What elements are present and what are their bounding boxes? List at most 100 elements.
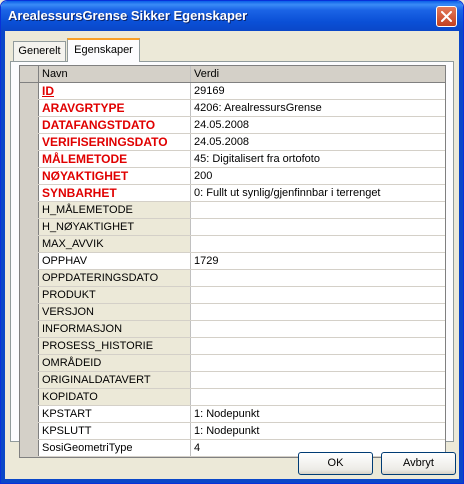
property-value[interactable]: 1729 [191, 253, 445, 269]
property-value[interactable]: 0: Fullt ut synlig/gjenfinnbar i terreng… [191, 185, 445, 201]
row-selector[interactable] [20, 202, 39, 218]
property-value[interactable] [191, 287, 445, 303]
property-name: MÅLEMETODE [39, 151, 191, 167]
grid-row[interactable]: MÅLEMETODE 45: Digitalisert fra ortofoto [20, 151, 445, 168]
property-name: NØYAKTIGHET [39, 168, 191, 184]
grid-row[interactable]: DATAFANGSTDATO 24.05.2008 [20, 117, 445, 134]
property-value[interactable]: 45: Digitalisert fra ortofoto [191, 151, 445, 167]
row-selector[interactable] [20, 406, 39, 422]
property-value[interactable]: 1: Nodepunkt [191, 406, 445, 422]
row-selector[interactable] [20, 83, 39, 99]
grid-row[interactable]: OPPDATERINGSDATO [20, 270, 445, 287]
row-selector[interactable] [20, 219, 39, 235]
property-name: SosiGeometriType [39, 440, 191, 456]
property-value[interactable] [191, 236, 445, 252]
property-value[interactable]: 4206: ArealressursGrense [191, 100, 445, 116]
property-value[interactable] [191, 389, 445, 405]
property-name: OMRÅDEID [39, 355, 191, 371]
grid-row[interactable]: ORIGINALDATAVERT [20, 372, 445, 389]
grid-row[interactable]: H_MÅLEMETODE [20, 202, 445, 219]
row-selector[interactable] [20, 253, 39, 269]
title-bar[interactable]: ArealessursGrense Sikker Egenskaper [1, 1, 463, 31]
property-name: PROSESS_HISTORIE [39, 338, 191, 354]
tab-egenskaper[interactable]: Egenskaper [67, 38, 140, 62]
grid-row[interactable]: ARAVGRTYPE 4206: ArealressursGrense [20, 100, 445, 117]
property-name: INFORMASJON [39, 321, 191, 337]
grid-row[interactable]: KOPIDATO [20, 389, 445, 406]
row-selector[interactable] [20, 117, 39, 133]
property-value[interactable]: 29169 [191, 83, 445, 99]
grid-row[interactable]: ID 29169 [20, 83, 445, 100]
property-grid: Navn Verdi ID 29169 ARAVGRTYPE 4206: Arealr… [19, 65, 446, 458]
property-name: VERSJON [39, 304, 191, 320]
row-selector[interactable] [20, 236, 39, 252]
row-selector[interactable] [20, 270, 39, 286]
property-name: ORIGINALDATAVERT [39, 372, 191, 388]
grid-row[interactable]: KPSLUTT 1: Nodepunkt [20, 423, 445, 440]
property-value[interactable]: 24.05.2008 [191, 117, 445, 133]
column-header-value[interactable]: Verdi [191, 66, 445, 82]
tab-label: Generelt [18, 45, 61, 57]
row-selector[interactable] [20, 355, 39, 371]
grid-row[interactable]: PRODUKT [20, 287, 445, 304]
row-selector[interactable] [20, 304, 39, 320]
row-selector[interactable] [20, 440, 39, 456]
tab-generelt[interactable]: Generelt [13, 41, 66, 61]
close-icon [441, 11, 452, 22]
column-header-name[interactable]: Navn [39, 66, 191, 82]
row-selector[interactable] [20, 321, 39, 337]
property-name: SYNBARHET [39, 185, 191, 201]
property-name: DATAFANGSTDATO [39, 117, 191, 133]
row-selector[interactable] [20, 389, 39, 405]
row-selector[interactable] [20, 338, 39, 354]
property-name: MAX_AVVIK [39, 236, 191, 252]
property-name: OPPDATERINGSDATO [39, 270, 191, 286]
property-name: VERIFISERINGSDATO [39, 134, 191, 150]
grid-row[interactable]: SYNBARHET 0: Fullt ut synlig/gjenfinnbar … [20, 185, 445, 202]
grid-row[interactable]: INFORMASJON [20, 321, 445, 338]
grid-row[interactable]: VERIFISERINGSDATO 24.05.2008 [20, 134, 445, 151]
ok-button[interactable]: OK [298, 452, 373, 475]
grid-row[interactable]: NØYAKTIGHET 200 [20, 168, 445, 185]
row-selector[interactable] [20, 287, 39, 303]
grid-row[interactable]: PROSESS_HISTORIE [20, 338, 445, 355]
row-selector[interactable] [20, 168, 39, 184]
property-name: ARAVGRTYPE [39, 100, 191, 116]
property-value[interactable]: 200 [191, 168, 445, 184]
grid-row[interactable]: OPPHAV 1729 [20, 253, 445, 270]
row-selector[interactable] [20, 100, 39, 116]
cancel-button[interactable]: Avbryt [381, 452, 456, 475]
property-name: H_NØYAKTIGHET [39, 219, 191, 235]
property-value[interactable] [191, 304, 445, 320]
property-value[interactable]: 24.05.2008 [191, 134, 445, 150]
property-name: OPPHAV [39, 253, 191, 269]
property-value[interactable] [191, 372, 445, 388]
row-selector[interactable] [20, 185, 39, 201]
row-selector[interactable] [20, 134, 39, 150]
grid-row[interactable]: MAX_AVVIK [20, 236, 445, 253]
property-name: KPSLUTT [39, 423, 191, 439]
property-name: PRODUKT [39, 287, 191, 303]
grid-row[interactable]: OMRÅDEID [20, 355, 445, 372]
window-title: ArealessursGrense Sikker Egenskaper [8, 8, 248, 23]
grid-row[interactable]: H_NØYAKTIGHET [20, 219, 445, 236]
tab-label: Egenskaper [74, 44, 133, 56]
property-value[interactable] [191, 219, 445, 235]
grid-header-row: Navn Verdi [20, 66, 445, 83]
property-name: ID [39, 83, 191, 99]
close-button[interactable] [436, 6, 457, 27]
property-value[interactable] [191, 202, 445, 218]
row-selector[interactable] [20, 151, 39, 167]
property-value[interactable]: 1: Nodepunkt [191, 423, 445, 439]
grid-row[interactable]: KPSTART 1: Nodepunkt [20, 406, 445, 423]
row-selector-header [20, 66, 39, 82]
grid-row[interactable]: VERSJON [20, 304, 445, 321]
row-selector[interactable] [20, 372, 39, 388]
row-selector[interactable] [20, 423, 39, 439]
property-value[interactable] [191, 321, 445, 337]
property-value[interactable] [191, 355, 445, 371]
property-value[interactable] [191, 338, 445, 354]
property-name: KPSTART [39, 406, 191, 422]
property-name: H_MÅLEMETODE [39, 202, 191, 218]
property-value[interactable] [191, 270, 445, 286]
